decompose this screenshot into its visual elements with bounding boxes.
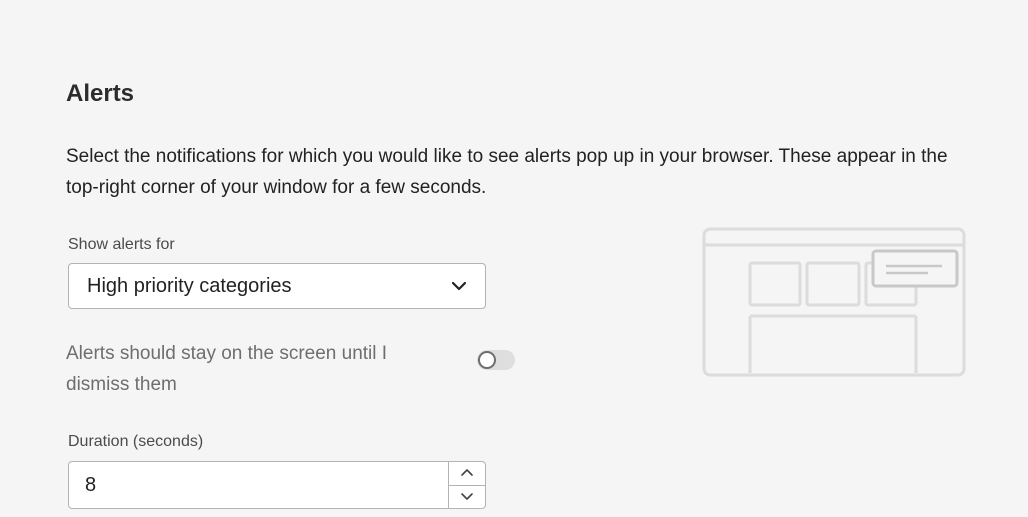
show-alerts-value: High priority categories (87, 274, 292, 297)
increment-button[interactable] (449, 462, 485, 485)
alerts-description: Select the notifications for which you w… (66, 146, 948, 198)
chevron-down-icon (460, 488, 474, 506)
show-alerts-label: Show alerts for (68, 236, 175, 253)
chevron-up-icon (460, 464, 474, 482)
alert-preview-illustration (702, 227, 966, 377)
toggle-knob (478, 351, 496, 369)
page-title: Alerts (66, 80, 135, 107)
duration-input[interactable] (69, 462, 448, 508)
duration-field (68, 461, 486, 509)
show-alerts-select[interactable]: High priority categories (68, 263, 486, 309)
duration-stepper (448, 462, 485, 508)
duration-label: Duration (seconds) (68, 433, 204, 450)
stay-on-screen-toggle[interactable] (477, 350, 515, 370)
decrement-button[interactable] (449, 484, 485, 509)
chevron-down-icon (451, 281, 467, 291)
stay-on-screen-label: Alerts should stay on the screen until I… (66, 343, 388, 395)
